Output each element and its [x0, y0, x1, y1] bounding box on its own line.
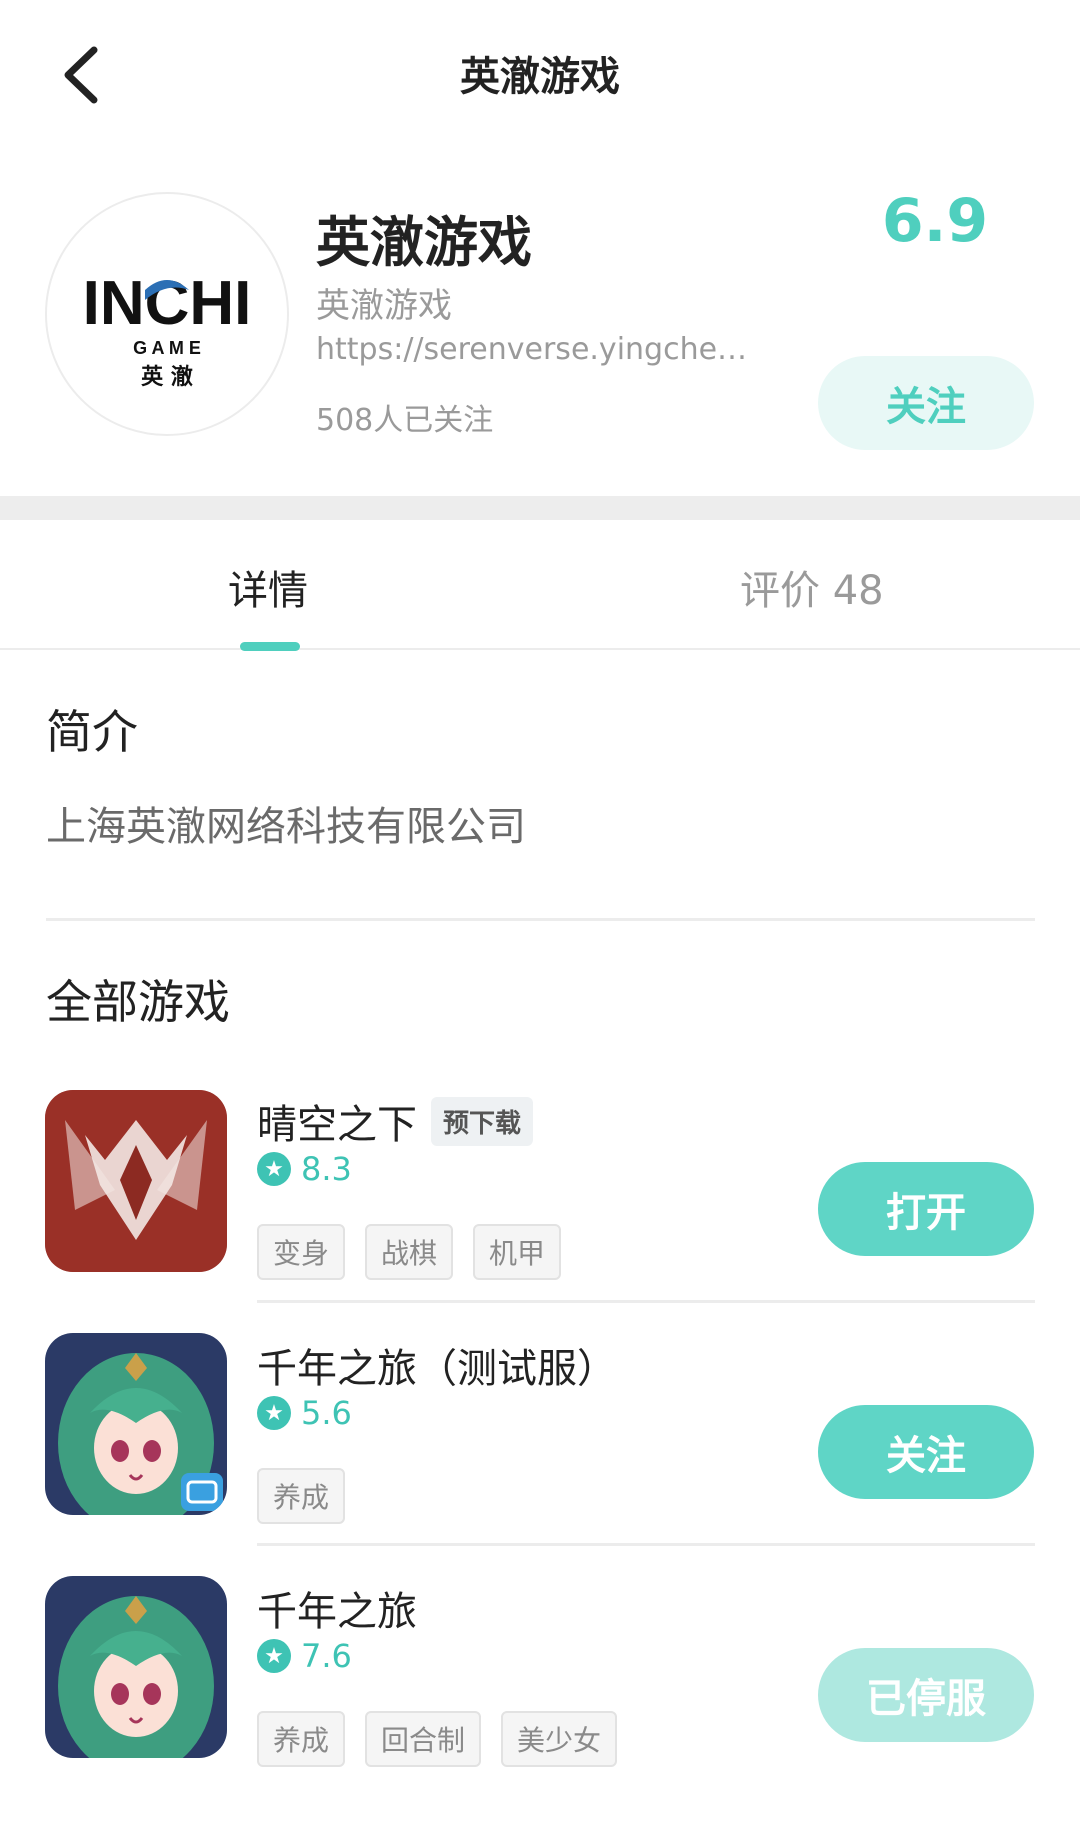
tag[interactable]: 养成	[257, 1711, 346, 1767]
tag[interactable]: 战棋	[365, 1224, 454, 1280]
game-icon-sky[interactable]	[45, 1090, 227, 1272]
sky-game-icon	[45, 1090, 227, 1272]
tag[interactable]: 机甲	[473, 1224, 562, 1280]
star-icon: ★	[257, 1396, 291, 1430]
follower-count: 508人已关注	[316, 403, 494, 438]
page-title: 英澈游戏	[460, 54, 620, 100]
tabs-divider	[0, 648, 1080, 650]
svg-text:英 澈: 英 澈	[141, 364, 193, 390]
tab-details[interactable]: 详情	[228, 558, 308, 616]
intro-heading: 简介	[46, 705, 138, 759]
all-games-heading: 全部游戏	[46, 975, 230, 1029]
tag[interactable]: 变身	[257, 1224, 346, 1280]
star-icon: ★	[257, 1152, 291, 1186]
game-tags: 养成 回合制 美少女	[257, 1711, 618, 1767]
game-title-row: 晴空之下 预下载	[257, 1092, 534, 1150]
rating-value: 5.6	[301, 1394, 352, 1432]
intro-text: 上海英澈网络科技有限公司	[46, 804, 526, 850]
developer-logo: INCHI G A M E 英 澈	[45, 192, 289, 436]
game-tags: 变身 战棋 机甲	[257, 1224, 562, 1280]
green-hair-elf-icon	[45, 1333, 227, 1515]
divider	[257, 1543, 1035, 1546]
game-name[interactable]: 千年之旅（测试服）	[257, 1336, 617, 1394]
rating-value: 7.6	[301, 1637, 352, 1675]
divider	[257, 1300, 1035, 1303]
follow-game-button[interactable]: 关注	[818, 1405, 1034, 1499]
game-icon-qiannian-test[interactable]	[45, 1333, 227, 1515]
game-icon-qiannian[interactable]	[45, 1576, 227, 1758]
developer-score: 6.9	[881, 186, 989, 256]
game-name[interactable]: 千年之旅	[257, 1579, 417, 1637]
open-game-button[interactable]: 打开	[818, 1162, 1034, 1256]
section-separator	[0, 496, 1080, 520]
rating-value: 8.3	[301, 1150, 352, 1188]
developer-subtitle: 英澈游戏	[316, 286, 452, 326]
follow-developer-button[interactable]: 关注	[818, 356, 1034, 450]
tab-reviews[interactable]: 评价 48	[740, 558, 884, 616]
game-rating: ★ 5.6	[257, 1394, 352, 1432]
star-icon: ★	[257, 1639, 291, 1673]
developer-name: 英澈游戏	[316, 211, 532, 274]
game-name[interactable]: 晴空之下	[257, 1092, 417, 1150]
svg-text:INCHI: INCHI	[83, 269, 252, 338]
tag[interactable]: 养成	[257, 1468, 346, 1524]
tag[interactable]: 回合制	[365, 1711, 482, 1767]
divider	[46, 918, 1035, 921]
developer-url[interactable]: https://serenverse.yingchenet…	[316, 332, 766, 367]
game-rating: ★ 8.3	[257, 1150, 352, 1188]
tag[interactable]: 美少女	[501, 1711, 618, 1767]
game-rating: ★ 7.6	[257, 1637, 352, 1675]
green-hair-elf-icon	[45, 1576, 227, 1758]
game-tags: 养成	[257, 1468, 346, 1524]
svg-text:G A M E: G A M E	[133, 338, 201, 358]
pre-download-badge: 预下载	[431, 1096, 534, 1146]
service-stopped-button[interactable]: 已停服	[818, 1648, 1034, 1742]
active-tab-indicator	[240, 642, 300, 651]
